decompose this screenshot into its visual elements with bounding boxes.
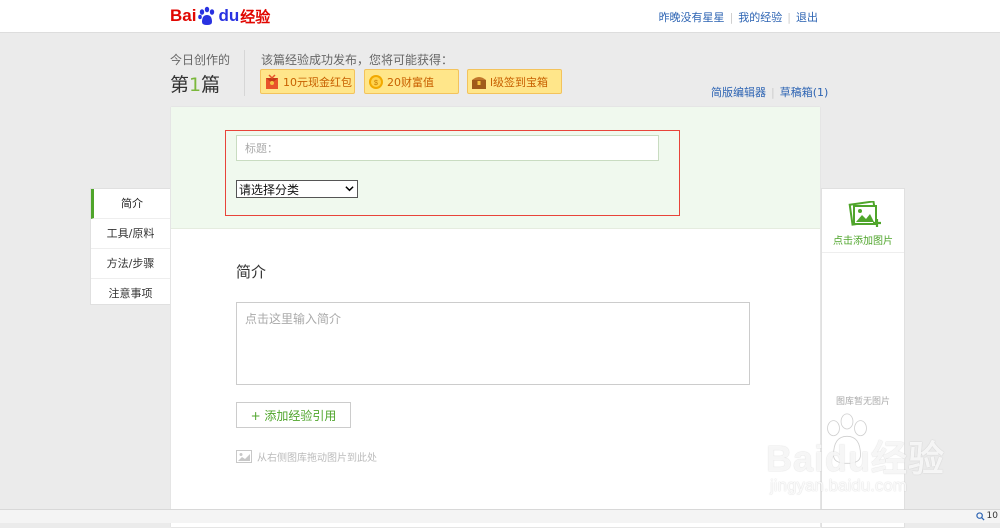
nav-item-notes[interactable]: 注意事项 xyxy=(91,279,170,308)
nav-item-steps[interactable]: 方法/步骤 xyxy=(91,249,170,279)
drag-hint-text: 从右侧图库拖动图片到此处 xyxy=(257,453,377,464)
reward-title: 该篇经验成功发布，您将可能获得： xyxy=(261,53,454,67)
intro-placeholder: 点击这里输入简介 xyxy=(245,312,342,326)
today-count: 第1篇 xyxy=(170,70,220,97)
nav-item-tools[interactable]: 工具/原料 xyxy=(91,219,170,249)
username-link[interactable]: 昨晚没有星星 xyxy=(659,11,725,24)
drafts-link[interactable]: 草稿箱(1) xyxy=(780,86,829,99)
category-select[interactable]: 请选择分类 xyxy=(236,180,358,198)
gallery-empty-text: 图库暂无图片 xyxy=(835,397,890,407)
reward-label: 10元现金红包 xyxy=(283,75,352,89)
editor-panel: 请选择分类 简介 点击这里输入简介 + 添加经验引用 从右侧图库拖动图片到此处 xyxy=(171,107,820,527)
today-suffix: 篇 xyxy=(201,74,221,96)
logo-text-left: Bai xyxy=(170,6,197,25)
top-bar: Bai du 经验 昨晚没有星星 | 我的经验 | 退出 xyxy=(0,0,1000,33)
status-bar: 10 xyxy=(0,509,1000,523)
baidu-watermark: Baidu经验 jingyan.baidu.com xyxy=(756,412,996,504)
svg-text:$: $ xyxy=(374,80,378,87)
nav-item-intro[interactable]: 简介 xyxy=(91,189,170,219)
zoom-icon xyxy=(975,511,985,521)
baidu-paw-icon xyxy=(198,6,215,25)
simple-editor-link[interactable]: 简版编辑器 xyxy=(711,86,766,99)
baidu-jingyan-logo[interactable]: Bai du 经验 xyxy=(170,3,270,29)
logo-text-right: du xyxy=(218,6,240,25)
add-image-button[interactable]: 点击添加图片 xyxy=(822,189,904,253)
treasure-chest-icon xyxy=(472,76,486,89)
logo-suffix: 经验 xyxy=(240,7,271,26)
reward-red-envelope: 10元现金红包 xyxy=(260,69,355,94)
user-links: 昨晚没有星星 | 我的经验 | 退出 xyxy=(659,9,818,25)
intro-textarea[interactable]: 点击这里输入简介 xyxy=(236,302,750,385)
title-input[interactable] xyxy=(236,135,659,161)
reward-label: l级签到宝箱 xyxy=(490,75,549,89)
today-label: 今日创作的 xyxy=(170,53,231,67)
watermark-brand: Baidu经验 xyxy=(766,438,946,479)
logout-link[interactable]: 退出 xyxy=(796,11,818,24)
today-prefix: 第 xyxy=(170,74,190,96)
add-image-label: 点击添加图片 xyxy=(833,236,893,247)
intro-heading: 简介 xyxy=(236,263,267,281)
editor-links: 简版编辑器 | 草稿箱(1) xyxy=(711,84,828,100)
add-image-icon xyxy=(848,201,881,227)
red-envelope-icon xyxy=(266,73,278,89)
zoom-value: 10 xyxy=(986,511,998,521)
add-reference-button[interactable]: + 添加经验引用 xyxy=(236,402,351,428)
chevron-down-icon xyxy=(345,186,354,192)
watermark-url: jingyan.baidu.com xyxy=(770,476,908,495)
zoom-indicator[interactable]: 10 xyxy=(975,511,998,521)
link-separator: | xyxy=(787,11,791,24)
header-divider xyxy=(244,50,245,96)
reward-chest: l级签到宝箱 xyxy=(467,69,562,94)
link-separator: | xyxy=(771,86,775,99)
today-number: 1 xyxy=(189,74,202,96)
drag-image-hint: 从右侧图库拖动图片到此处 xyxy=(236,449,377,464)
reward-coins: $ 20财富值 xyxy=(364,69,459,94)
coin-icon: $ xyxy=(369,74,383,89)
section-nav: 简介 工具/原料 方法/步骤 注意事项 xyxy=(90,188,170,305)
category-selected-value: 请选择分类 xyxy=(239,182,300,197)
my-experience-link[interactable]: 我的经验 xyxy=(738,11,782,24)
link-separator: | xyxy=(729,11,734,24)
reward-label: 20财富值 xyxy=(387,75,434,89)
image-icon xyxy=(236,450,252,463)
